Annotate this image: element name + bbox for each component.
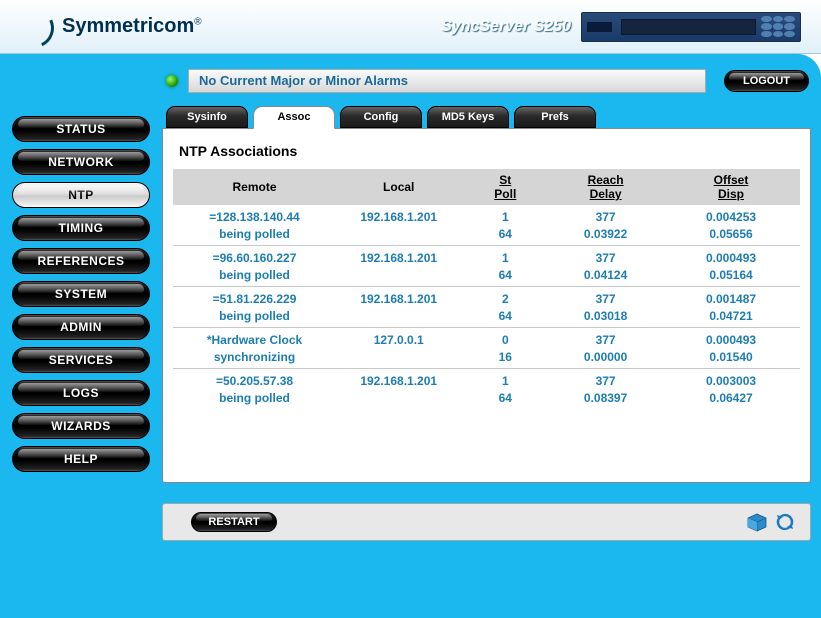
cell-reach: 377 (549, 205, 662, 224)
nav-wizards[interactable]: WIZARDS (12, 413, 150, 439)
nav-status[interactable]: STATUS (12, 116, 150, 142)
cell-status: synchronizing (173, 347, 336, 369)
cell-delay: 0.08397 (549, 388, 662, 409)
status-row: No Current Major or Minor Alarms LOGOUT (162, 66, 811, 96)
nav-admin[interactable]: ADMIN (12, 314, 150, 340)
cell-remote: =50.205.57.38 (173, 369, 336, 389)
col-st-poll[interactable]: StPoll (461, 169, 549, 205)
col-local: Local (336, 169, 461, 205)
cell-poll: 64 (461, 306, 549, 328)
cell-disp: 0.05164 (662, 265, 800, 287)
cell-local: 192.168.1.201 (336, 246, 461, 266)
help-book-icon[interactable] (746, 512, 768, 532)
nav-network[interactable]: NETWORK (12, 149, 150, 175)
cell-remote: *Hardware Clock (173, 328, 336, 348)
table-row: synchronizing 160.000000.01540 (173, 347, 800, 369)
col-remote: Remote (173, 169, 336, 205)
nav-ntp[interactable]: NTP (12, 182, 150, 208)
logout-button[interactable]: LOGOUT (724, 70, 809, 92)
table-row: *Hardware Clock127.0.0.103770.000493 (173, 328, 800, 348)
cell-poll: 64 (461, 265, 549, 287)
table-row: being polled 640.083970.06427 (173, 388, 800, 409)
table-row: =96.60.160.227192.168.1.20113770.000493 (173, 246, 800, 266)
refresh-icon[interactable] (774, 512, 796, 532)
cell-st: 0 (461, 328, 549, 348)
cell-reach: 377 (549, 287, 662, 307)
alarm-banner: No Current Major or Minor Alarms (188, 69, 706, 93)
table-row: being polled 640.041240.05164 (173, 265, 800, 287)
nav-help[interactable]: HELP (12, 446, 150, 472)
cell-reach: 377 (549, 369, 662, 389)
cell-disp: 0.05656 (662, 224, 800, 246)
header: Symmetricom® SyncServer S250 (0, 0, 821, 54)
cell-delay: 0.04124 (549, 265, 662, 287)
cell-offset: 0.003003 (662, 369, 800, 389)
cell-st: 1 (461, 369, 549, 389)
cell-remote: =51.81.226.229 (173, 287, 336, 307)
table-row: =128.138.140.44192.168.1.20113770.004253 (173, 205, 800, 224)
nav-system[interactable]: SYSTEM (12, 281, 150, 307)
tab-prefs[interactable]: Prefs (514, 106, 596, 128)
cell-local: 127.0.0.1 (336, 328, 461, 348)
table-row: =51.81.226.229192.168.1.20123770.001487 (173, 287, 800, 307)
nav-logs[interactable]: LOGS (12, 380, 150, 406)
alarm-led-icon (166, 75, 178, 87)
nav-references[interactable]: REFERENCES (12, 248, 150, 274)
cell-status: being polled (173, 388, 336, 409)
cell-offset: 0.000493 (662, 328, 800, 348)
sidebar: STATUS NETWORK NTP TIMING REFERENCES SYSTEM AD… (10, 66, 158, 608)
table-row: =50.205.57.38192.168.1.20113770.003003 (173, 369, 800, 389)
cell-st: 1 (461, 246, 549, 266)
cell-disp: 0.06427 (662, 388, 800, 409)
product-box: SyncServer S250 (441, 12, 801, 42)
brand-text: Symmetricom® (62, 15, 202, 38)
cell-local: 192.168.1.201 (336, 287, 461, 307)
cell-disp: 0.04721 (662, 306, 800, 328)
cell-poll: 64 (461, 388, 549, 409)
brand-swoosh-icon (20, 12, 60, 42)
cell-offset: 0.001487 (662, 287, 800, 307)
col-reach-delay[interactable]: ReachDelay (549, 169, 662, 205)
cell-st: 2 (461, 287, 549, 307)
main-panel: NTP Associations Remote Local StPoll Rea… (162, 128, 811, 483)
restart-button[interactable]: RESTART (191, 512, 277, 532)
cell-reach: 377 (549, 328, 662, 348)
cell-remote: =128.138.140.44 (173, 205, 336, 224)
cell-poll: 16 (461, 347, 549, 369)
footer-panel: RESTART (162, 503, 811, 541)
associations-table: Remote Local StPoll ReachDelay OffsetDis… (173, 169, 800, 409)
device-image (581, 12, 801, 42)
cell-local: 192.168.1.201 (336, 205, 461, 224)
cell-status: being polled (173, 306, 336, 328)
table-row: being polled 640.030180.04721 (173, 306, 800, 328)
tab-assoc[interactable]: Assoc (253, 106, 335, 129)
cell-delay: 0.03018 (549, 306, 662, 328)
nav-services[interactable]: SERVICES (12, 347, 150, 373)
table-row: being polled 640.039220.05656 (173, 224, 800, 246)
tab-sysinfo[interactable]: Sysinfo (166, 106, 248, 128)
tab-md5-keys[interactable]: MD5 Keys (427, 106, 509, 128)
cell-poll: 64 (461, 224, 549, 246)
cell-offset: 0.000493 (662, 246, 800, 266)
cell-delay: 0.03922 (549, 224, 662, 246)
cell-status: being polled (173, 224, 336, 246)
cell-status: being polled (173, 265, 336, 287)
content: No Current Major or Minor Alarms LOGOUT … (158, 66, 811, 608)
cell-offset: 0.004253 (662, 205, 800, 224)
brand-logo: Symmetricom® (20, 0, 202, 53)
col-offset-disp[interactable]: OffsetDisp (662, 169, 800, 205)
cell-local: 192.168.1.201 (336, 369, 461, 389)
product-name: SyncServer S250 (441, 18, 571, 36)
cell-reach: 377 (549, 246, 662, 266)
cell-delay: 0.00000 (549, 347, 662, 369)
cell-disp: 0.01540 (662, 347, 800, 369)
tabs: SysinfoAssocConfigMD5 KeysPrefs (162, 106, 811, 129)
nav-timing[interactable]: TIMING (12, 215, 150, 241)
cell-remote: =96.60.160.227 (173, 246, 336, 266)
tab-config[interactable]: Config (340, 106, 422, 128)
cell-st: 1 (461, 205, 549, 224)
panel-title: NTP Associations (179, 143, 800, 159)
